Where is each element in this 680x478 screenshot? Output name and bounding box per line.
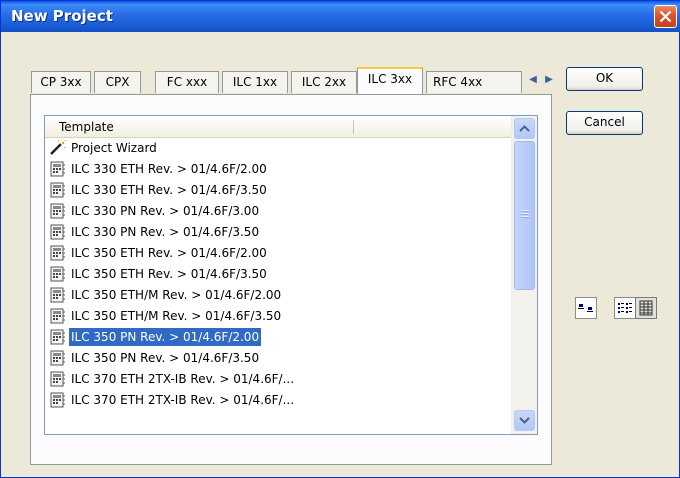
list-item[interactable]: ILC 350 PN Rev. > 01/4.6F/2.00	[45, 327, 511, 347]
list-item[interactable]: ILC 330 PN Rev. > 01/4.6F/3.00	[45, 201, 511, 221]
grip-line	[521, 213, 529, 215]
list-item-label: Project Wizard	[71, 141, 157, 155]
controller-icon	[49, 287, 67, 303]
scroll-up-button[interactable]	[514, 118, 535, 139]
list-item[interactable]: ILC 350 ETH Rev. > 01/4.6F/2.00	[45, 243, 511, 263]
list-view-icon	[618, 303, 632, 313]
controller-icon	[49, 161, 67, 177]
scroll-thumb[interactable]	[514, 141, 535, 290]
list-item[interactable]: ILC 370 ETH 2TX-IB Rev. > 01/4.6F/...	[45, 390, 511, 410]
tab-scroll-right-icon[interactable]: ▶	[542, 73, 556, 87]
tab-scroll-buttons: ◀ ▶	[524, 71, 558, 89]
controller-icon	[49, 392, 67, 408]
close-button[interactable]	[654, 5, 677, 28]
tab-strip: CP 3xx CPX FC xxx ILC 1xx ILC 2xx ILC 3x…	[31, 67, 558, 94]
column-header-label: Template	[59, 120, 114, 134]
list-item[interactable]: Project Wizard	[45, 138, 511, 158]
list-item-label: ILC 330 ETH Rev. > 01/4.6F/3.50	[71, 183, 267, 197]
grip-line	[521, 216, 529, 218]
window-title: New Project	[11, 7, 113, 25]
list-item-label: ILC 330 PN Rev. > 01/4.6F/3.50	[71, 225, 260, 239]
list-item-label: ILC 350 PN Rev. > 01/4.6F/2.00	[69, 328, 262, 346]
tab-cpx[interactable]: CPX	[94, 71, 141, 93]
controller-icon	[49, 224, 67, 240]
list-item[interactable]: ILC 330 ETH Rev. > 01/4.6F/3.50	[45, 180, 511, 200]
chevron-up-icon	[519, 125, 530, 132]
tab-scroll-left-icon[interactable]: ◀	[526, 73, 540, 87]
controller-icon	[49, 245, 67, 261]
tab-fc-xxx[interactable]: FC xxx	[155, 71, 219, 93]
list-item-label: ILC 350 ETH/M Rev. > 01/4.6F/2.00	[71, 288, 282, 302]
list-item-label: ILC 370 ETH 2TX-IB Rev. > 01/4.6F/...	[71, 372, 295, 386]
template-list[interactable]: Template Project Wizard ILC 330 ETH Rev. …	[44, 115, 538, 435]
list-item[interactable]: ILC 330 PN Rev. > 01/4.6F/3.50	[45, 222, 511, 242]
tab-ilc-1xx[interactable]: ILC 1xx	[222, 71, 288, 93]
list-item-label: ILC 350 PN Rev. > 01/4.6F/3.50	[71, 351, 260, 365]
controller-icon	[49, 350, 67, 366]
controller-icon	[49, 308, 67, 324]
column-divider[interactable]	[353, 120, 357, 134]
controller-icon	[49, 371, 67, 387]
title-bar[interactable]: New Project	[1, 1, 680, 32]
cancel-button[interactable]: Cancel	[566, 111, 643, 135]
controller-icon	[49, 182, 67, 198]
list-item-label: ILC 330 PN Rev. > 01/4.6F/3.00	[71, 204, 260, 218]
tab-rfc-4xx[interactable]: RFC 4xx	[426, 71, 522, 93]
chevron-down-icon	[519, 417, 530, 424]
vertical-scrollbar[interactable]	[511, 116, 537, 434]
list-item[interactable]: ILC 350 ETH/M Rev. > 01/4.6F/3.50	[45, 306, 511, 326]
list-item[interactable]: ILC 350 PN Rev. > 01/4.6F/3.50	[45, 348, 511, 368]
column-header-template[interactable]: Template	[45, 116, 511, 138]
controller-icon	[49, 266, 67, 282]
close-icon	[659, 10, 672, 23]
tab-ilc-3xx[interactable]: ILC 3xx	[357, 67, 423, 94]
details-view-button[interactable]	[635, 297, 657, 319]
new-project-dialog: New Project CP 3xx CPX FC xxx ILC 1xx IL…	[0, 0, 680, 478]
tab-panel: Template Project Wizard ILC 330 ETH Rev. …	[30, 94, 552, 465]
tab-cp-3xx[interactable]: CP 3xx	[31, 71, 91, 93]
large-icons-view-button[interactable]	[575, 297, 597, 319]
list-view-button[interactable]	[614, 297, 636, 319]
list-item[interactable]: ILC 370 ETH 2TX-IB Rev. > 01/4.6F/...	[45, 369, 511, 389]
list-item[interactable]: ILC 350 ETH Rev. > 01/4.6F/3.50	[45, 264, 511, 284]
list-item[interactable]: ILC 330 ETH Rev. > 01/4.6F/2.00	[45, 159, 511, 179]
grip-line	[521, 210, 529, 212]
details-view-icon	[639, 300, 653, 316]
tab-ilc-2xx[interactable]: ILC 2xx	[291, 71, 357, 93]
list-item-label: ILC 350 ETH Rev. > 01/4.6F/2.00	[71, 246, 267, 260]
list-item-label: ILC 350 ETH/M Rev. > 01/4.6F/3.50	[71, 309, 282, 323]
list-item-label: ILC 330 ETH Rev. > 01/4.6F/2.00	[71, 162, 267, 176]
large-icons-view-icon	[578, 304, 593, 312]
controller-icon	[49, 203, 67, 219]
list-item-label: ILC 350 ETH Rev. > 01/4.6F/3.50	[71, 267, 267, 281]
list-item-label: ILC 370 ETH 2TX-IB Rev. > 01/4.6F/...	[71, 393, 295, 407]
ok-button[interactable]: OK	[566, 67, 643, 91]
controller-icon	[49, 329, 67, 345]
wizard-icon	[49, 139, 67, 156]
scroll-down-button[interactable]	[514, 410, 535, 431]
list-item[interactable]: ILC 350 ETH/M Rev. > 01/4.6F/2.00	[45, 285, 511, 305]
